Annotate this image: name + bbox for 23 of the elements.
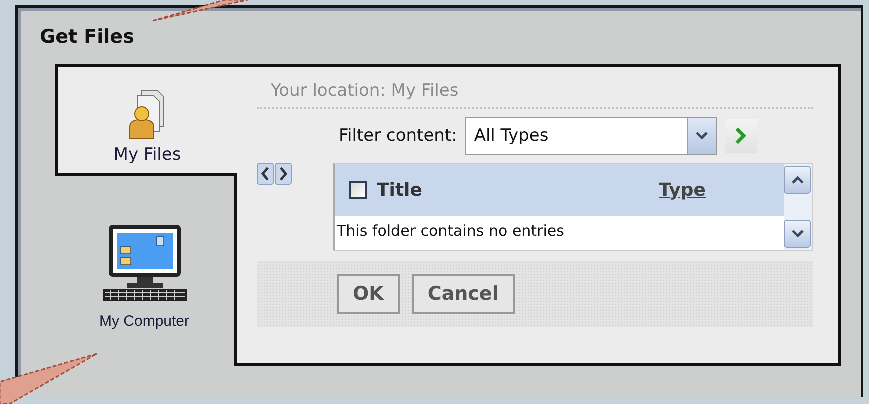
scroll-down-button[interactable] (784, 220, 811, 248)
chevron-down-icon (790, 229, 804, 239)
sort-link[interactable]: Type (659, 180, 706, 200)
select-all-checkbox[interactable] (349, 181, 367, 199)
tab-label: My Computer (99, 312, 190, 330)
chevron-right-icon (735, 127, 748, 145)
location-tab[interactable]: My Computer (55, 196, 234, 356)
tab-label: My Files (114, 145, 182, 165)
chevron-up-icon (790, 175, 804, 185)
dialog-button[interactable]: OK (337, 274, 400, 314)
column-header: Title (377, 180, 424, 200)
scroll-up-button[interactable] (784, 166, 811, 194)
dialog-button[interactable]: Cancel (412, 274, 515, 314)
filter-dropdown[interactable]: All Types (465, 117, 718, 155)
location-text: Your location: My Files (257, 81, 813, 109)
expand-toggle-icon[interactable] (257, 163, 293, 185)
user-files-icon (128, 89, 168, 139)
go-button[interactable] (725, 119, 758, 153)
dialog-title: Get Files (40, 26, 136, 48)
empty-message: This folder contains no entries (336, 221, 566, 240)
chevron-down-icon (695, 131, 710, 141)
filter-label: Filter content: (339, 126, 458, 146)
location-tab[interactable]: My Files (55, 64, 237, 176)
